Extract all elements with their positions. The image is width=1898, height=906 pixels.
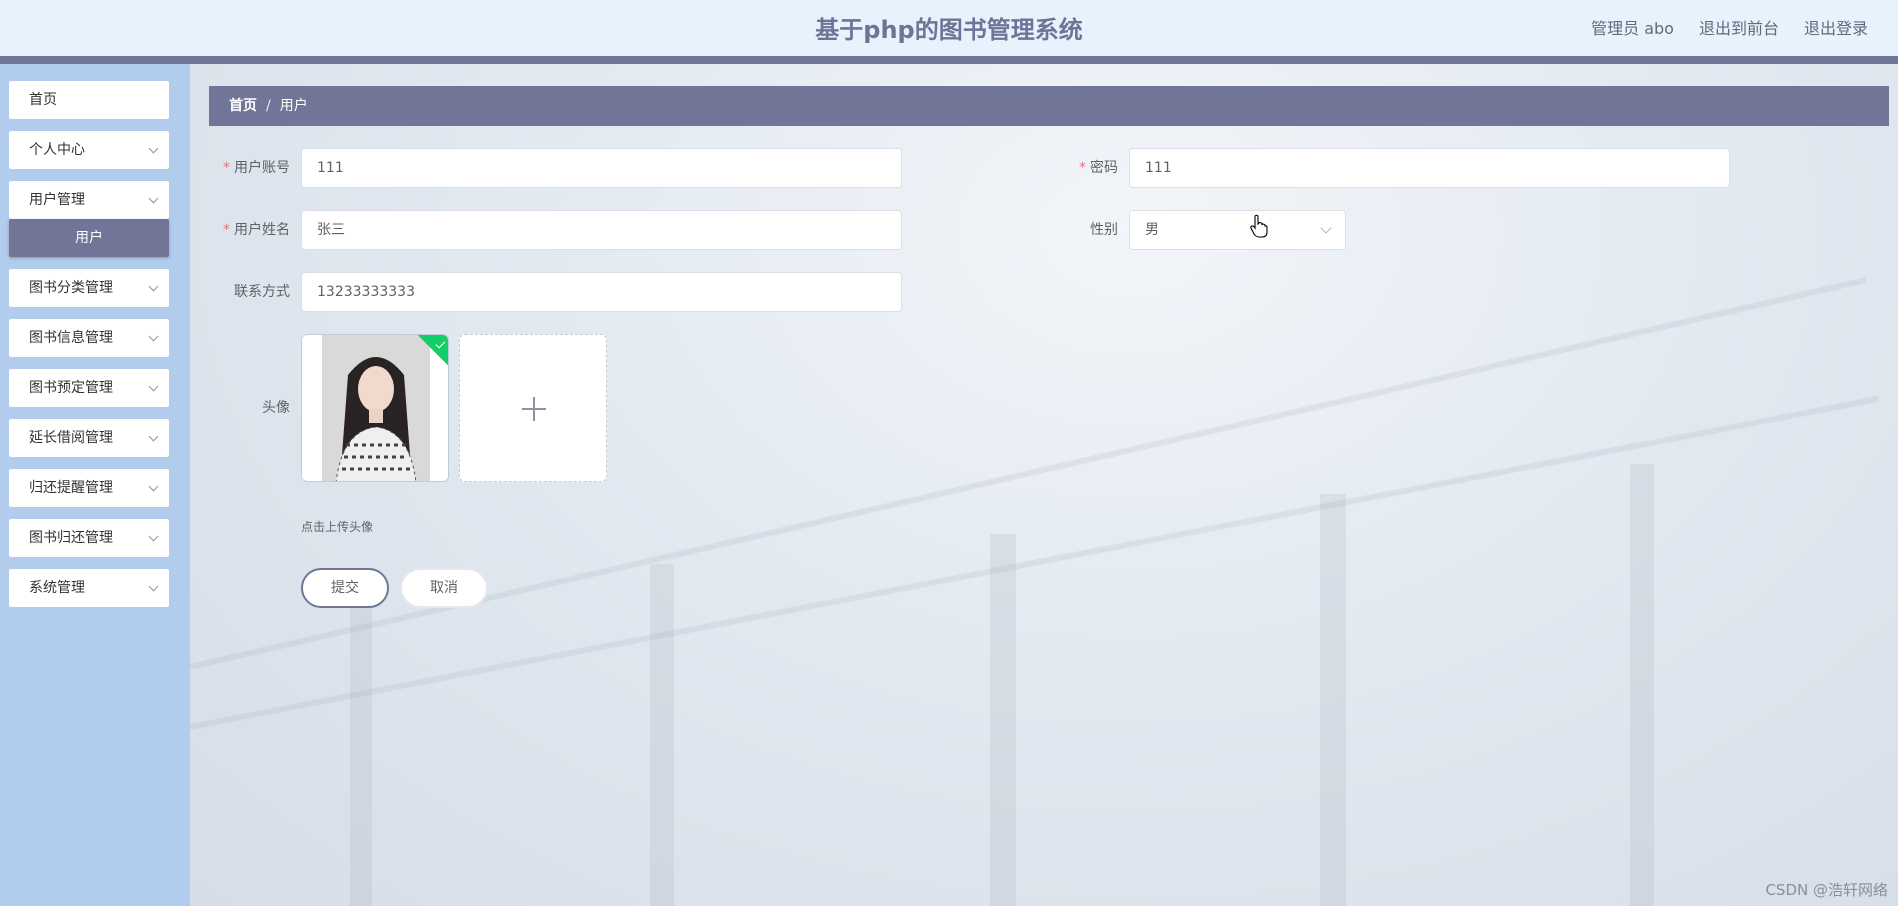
sidebar-item-label: 图书信息管理: [29, 330, 113, 346]
submit-button[interactable]: 提交: [301, 568, 389, 608]
background-post: [350, 604, 372, 906]
sidebar: 首页 个人中心 用户管理 用户 图书分类管理 图书信息管理 图书预定管理 延长借…: [0, 64, 190, 906]
background-post: [1320, 494, 1346, 906]
sidebar-item-label: 图书归还管理: [29, 530, 113, 546]
password-label: * 密码: [1019, 148, 1118, 188]
chevron-down-icon: [148, 431, 159, 442]
breadcrumb-separator: /: [266, 98, 271, 114]
sidebar-item-book-category[interactable]: 图书分类管理: [9, 269, 169, 307]
sidebar-menu: 首页 个人中心 用户管理 用户 图书分类管理 图书信息管理 图书预定管理 延长借…: [9, 81, 169, 619]
sidebar-item-extend-borrow[interactable]: 延长借阅管理: [9, 419, 169, 457]
chevron-down-icon: [148, 481, 159, 492]
sidebar-item-label: 归还提醒管理: [29, 480, 113, 496]
gender-select[interactable]: 男: [1129, 210, 1346, 250]
chevron-down-icon: [148, 381, 159, 392]
account-label: * 用户账号: [190, 148, 290, 188]
password-label-text: 密码: [1090, 160, 1118, 176]
sidebar-item-personal-center[interactable]: 个人中心: [9, 131, 169, 169]
phone-input[interactable]: 13233333333: [301, 272, 902, 312]
exit-to-frontend-link[interactable]: 退出到前台: [1699, 15, 1779, 39]
breadcrumb: 首页 / 用户: [209, 86, 1889, 126]
cancel-button[interactable]: 取消: [400, 568, 488, 608]
sidebar-item-user-management[interactable]: 用户管理: [9, 181, 169, 219]
sidebar-item-system-management[interactable]: 系统管理: [9, 569, 169, 607]
sidebar-item-label: 首页: [29, 92, 57, 108]
sidebar-item-book-info[interactable]: 图书信息管理: [9, 319, 169, 357]
chevron-down-icon: [148, 331, 159, 342]
required-mark: *: [223, 160, 230, 176]
header-actions: 管理员 abo 退出到前台 退出登录: [1591, 15, 1868, 39]
sidebar-item-home[interactable]: 首页: [9, 81, 169, 119]
sidebar-item-label: 图书分类管理: [29, 280, 113, 296]
sidebar-subitem-label: 用户: [75, 230, 103, 246]
name-label-text: 用户姓名: [234, 222, 290, 238]
breadcrumb-home[interactable]: 首页: [229, 98, 257, 114]
chevron-down-icon: [148, 281, 159, 292]
sidebar-item-label: 图书预定管理: [29, 380, 113, 396]
sidebar-item-book-reservation[interactable]: 图书预定管理: [9, 369, 169, 407]
sidebar-item-label: 延长借阅管理: [29, 430, 113, 446]
background-post: [650, 564, 674, 906]
avatar-upload-hint: 点击上传头像: [301, 520, 374, 534]
sidebar-item-label: 系统管理: [29, 580, 85, 596]
sidebar-item-book-return[interactable]: 图书归还管理: [9, 519, 169, 557]
avatar-label: 头像: [262, 400, 290, 416]
password-input[interactable]: 111: [1129, 148, 1730, 188]
header-divider: [0, 56, 1898, 64]
breadcrumb-current: 用户: [279, 98, 308, 114]
name-label: * 用户姓名: [190, 210, 290, 250]
main-content: 首页 / 用户 * 用户账号 111 * 密码 111 * 用户姓名 张三 性别 男 联系…: [190, 64, 1898, 906]
background-post: [1630, 464, 1654, 906]
account-label-text: 用户账号: [234, 160, 290, 176]
name-input[interactable]: 张三: [301, 210, 902, 250]
sidebar-item-label: 个人中心: [29, 142, 85, 158]
uploaded-avatar-card[interactable]: [301, 334, 449, 482]
logout-link[interactable]: 退出登录: [1804, 15, 1868, 39]
chevron-down-icon: [148, 581, 159, 592]
chevron-down-icon: [148, 143, 159, 154]
phone-label: 联系方式: [234, 284, 290, 300]
admin-user-label: 管理员 abo: [1591, 19, 1674, 38]
sidebar-item-label: 用户管理: [29, 192, 85, 208]
account-input[interactable]: 111: [301, 148, 902, 188]
chevron-down-icon: [148, 531, 159, 542]
avatar-photo: [302, 335, 448, 481]
required-mark: *: [223, 222, 230, 238]
chevron-down-icon: [148, 193, 159, 204]
gender-select-value: 男: [1145, 222, 1159, 238]
chevron-down-icon: [1320, 222, 1332, 234]
csdn-watermark: CSDN @浩轩网络: [1765, 881, 1888, 899]
sidebar-item-return-reminder[interactable]: 归还提醒管理: [9, 469, 169, 507]
top-header: 基于php的图书管理系统 管理员 abo 退出到前台 退出登录: [0, 0, 1898, 56]
background-post: [990, 534, 1016, 906]
plus-icon: [533, 397, 535, 421]
upload-avatar-button[interactable]: [459, 334, 607, 482]
required-mark: *: [1079, 160, 1086, 176]
hand-pointer-icon: [1250, 214, 1268, 238]
sidebar-subitem-user[interactable]: 用户: [9, 219, 169, 257]
gender-label: 性别: [1090, 222, 1118, 238]
